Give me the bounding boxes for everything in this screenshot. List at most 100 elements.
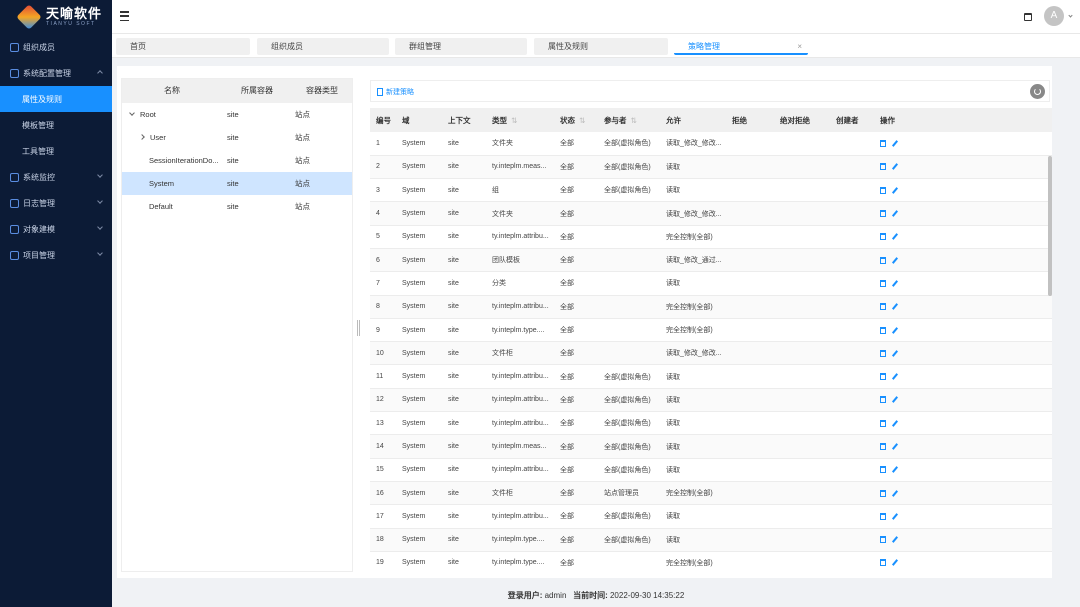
- table-row[interactable]: 4 System site 文件夹 全部 读取_修改_修改...: [370, 201, 1052, 226]
- delete-icon[interactable]: [880, 279, 886, 287]
- chevron-down-icon[interactable]: [1068, 13, 1073, 18]
- cell-type: ty.inteplm.attribu...: [486, 295, 554, 319]
- table-row[interactable]: 17 System site ty.inteplm.attribu... 全部 全部(虚拟…: [370, 504, 1052, 529]
- refresh-icon[interactable]: [1030, 84, 1045, 99]
- delete-icon[interactable]: [880, 303, 886, 311]
- close-icon[interactable]: ×: [797, 38, 802, 55]
- delete-icon[interactable]: [880, 163, 886, 171]
- delete-icon[interactable]: [880, 233, 886, 241]
- chevron-down-icon[interactable]: [129, 110, 135, 116]
- edit-icon[interactable]: [892, 210, 899, 217]
- edit-icon[interactable]: [892, 303, 899, 310]
- table-row[interactable]: 9 System site ty.inteplm.type.... 全部 完全控制(全部): [370, 318, 1052, 343]
- menu-toggle-icon[interactable]: [120, 11, 129, 21]
- avatar[interactable]: A: [1044, 6, 1064, 26]
- col-participant[interactable]: 参与者 ⇅: [598, 108, 660, 132]
- edit-icon[interactable]: [892, 327, 899, 334]
- table-scrollbar[interactable]: [1048, 156, 1052, 296]
- chevron-right-icon[interactable]: [139, 134, 145, 140]
- cell-operation: [874, 341, 1052, 366]
- table-row[interactable]: 13 System site ty.inteplm.attribu... 全部 全部(虚拟…: [370, 411, 1052, 436]
- delete-icon[interactable]: [880, 139, 886, 147]
- delete-icon[interactable]: [880, 419, 886, 427]
- edit-icon[interactable]: [892, 280, 899, 287]
- sidebar-item[interactable]: 工具管理: [0, 138, 112, 164]
- table-row[interactable]: 3 System site 组全部 全部(虚拟角色) 读取: [370, 178, 1052, 203]
- tab[interactable]: 组织成员: [257, 38, 389, 55]
- tab[interactable]: 首页: [116, 38, 250, 55]
- edit-icon[interactable]: [892, 443, 899, 450]
- edit-icon[interactable]: [892, 513, 899, 520]
- tree-row[interactable]: SessionIterationDo... site 站点: [122, 149, 352, 172]
- sidebar-item[interactable]: 模板管理: [0, 112, 112, 138]
- delete-icon[interactable]: [880, 396, 886, 404]
- cell-allow: 完全控制(全部): [660, 295, 726, 319]
- tree-row[interactable]: System site 站点: [122, 172, 352, 195]
- tree-row[interactable]: Default site 站点: [122, 195, 352, 218]
- edit-icon[interactable]: [892, 536, 899, 543]
- sidebar-item[interactable]: 对象建模: [0, 216, 112, 242]
- table-row[interactable]: 1 System site 文件夹 全部 全部(虚拟角色) 读取_修改_修改...: [370, 132, 1052, 156]
- table-row[interactable]: 18 System site ty.inteplm.type.... 全部 全部(虚拟角色…: [370, 528, 1052, 552]
- table-row[interactable]: 6 System site 团队模板 全部 读取_修改_通过...: [370, 248, 1052, 273]
- tree-row-name: Default: [122, 195, 227, 218]
- sidebar-item-label: 系统监控: [23, 172, 55, 182]
- delete-icon[interactable]: [880, 512, 886, 520]
- tree-row-label: Default: [149, 202, 173, 211]
- edit-icon[interactable]: [892, 373, 899, 380]
- edit-icon[interactable]: [892, 163, 899, 170]
- cell-absolute-deny: [774, 504, 830, 529]
- new-policy-button[interactable]: 新建策略: [377, 87, 414, 97]
- delete-icon[interactable]: [880, 559, 886, 567]
- edit-icon[interactable]: [892, 187, 899, 194]
- tree-row[interactable]: User site 站点: [122, 126, 352, 149]
- cell-participant: 全部(虚拟角色): [598, 178, 660, 203]
- cell-domain: System: [396, 364, 442, 389]
- edit-icon[interactable]: [892, 257, 899, 264]
- sidebar-item[interactable]: 系统配置管理: [0, 60, 112, 86]
- table-row[interactable]: 5 System site ty.inteplm.attribu... 全部 完全控制(全…: [370, 225, 1052, 249]
- delete-icon[interactable]: [880, 256, 886, 264]
- table-row[interactable]: 8 System site ty.inteplm.attribu... 全部 完全控制(全…: [370, 295, 1052, 319]
- delete-icon[interactable]: [880, 373, 886, 381]
- cell-type: ty.inteplm.attribu...: [486, 225, 554, 249]
- edit-icon[interactable]: [892, 466, 899, 473]
- edit-icon[interactable]: [892, 140, 899, 147]
- delete-icon[interactable]: [880, 186, 886, 194]
- sidebar-item[interactable]: 组织成员: [0, 34, 112, 60]
- delete-icon[interactable]: [880, 466, 886, 474]
- delete-icon[interactable]: [880, 349, 886, 357]
- edit-icon[interactable]: [892, 420, 899, 427]
- tab[interactable]: 属性及规则: [534, 38, 668, 55]
- tab[interactable]: 群组管理: [395, 38, 527, 55]
- col-status[interactable]: 状态 ⇅: [554, 108, 598, 132]
- edit-icon[interactable]: [892, 559, 899, 566]
- cell-context: site: [442, 364, 486, 389]
- tree-row[interactable]: Root site 站点: [122, 103, 352, 126]
- edit-icon[interactable]: [892, 490, 899, 497]
- sidebar-item[interactable]: 属性及规则: [0, 86, 112, 112]
- delete-icon[interactable]: [880, 443, 886, 450]
- sidebar-item[interactable]: 项目管理: [0, 242, 112, 268]
- delete-icon[interactable]: [880, 210, 886, 218]
- delete-icon[interactable]: [880, 326, 886, 334]
- calendar-icon[interactable]: [1024, 13, 1032, 21]
- table-row[interactable]: 2 System site ty.inteplm.meas... 全部 全部(虚拟角色) 读…: [370, 155, 1052, 180]
- table-row[interactable]: 7 System site 分类 全部 读取: [370, 271, 1052, 296]
- table-row[interactable]: 14 System site ty.inteplm.meas... 全部 全部(虚拟角色)…: [370, 434, 1052, 459]
- table-row[interactable]: 15 System site ty.inteplm.attribu... 全部 全部(虚拟…: [370, 458, 1052, 482]
- sidebar-item[interactable]: 系统监控: [0, 164, 112, 190]
- table-row[interactable]: 12 System site ty.inteplm.attribu... 全部 全部(虚拟…: [370, 388, 1052, 413]
- delete-icon[interactable]: [880, 489, 886, 497]
- edit-icon[interactable]: [892, 350, 899, 357]
- table-row[interactable]: 11 System site ty.inteplm.attribu... 全部 全部(虚拟…: [370, 364, 1052, 389]
- edit-icon[interactable]: [892, 396, 899, 403]
- tab[interactable]: 策略管理 ×: [674, 38, 808, 55]
- delete-icon[interactable]: [880, 536, 886, 544]
- table-row[interactable]: 16 System site 文件柜 全部 站点管理员 完全控制(全部): [370, 481, 1052, 506]
- table-row[interactable]: 10 System site 文件柜 全部 读取_修改_修改...: [370, 341, 1052, 366]
- col-type[interactable]: 类型 ⇅: [486, 108, 554, 132]
- sidebar-item[interactable]: 日志管理: [0, 190, 112, 216]
- table-row[interactable]: 19 System site ty.inteplm.type.... 全部 完全控制(全部…: [370, 551, 1052, 570]
- edit-icon[interactable]: [892, 233, 899, 240]
